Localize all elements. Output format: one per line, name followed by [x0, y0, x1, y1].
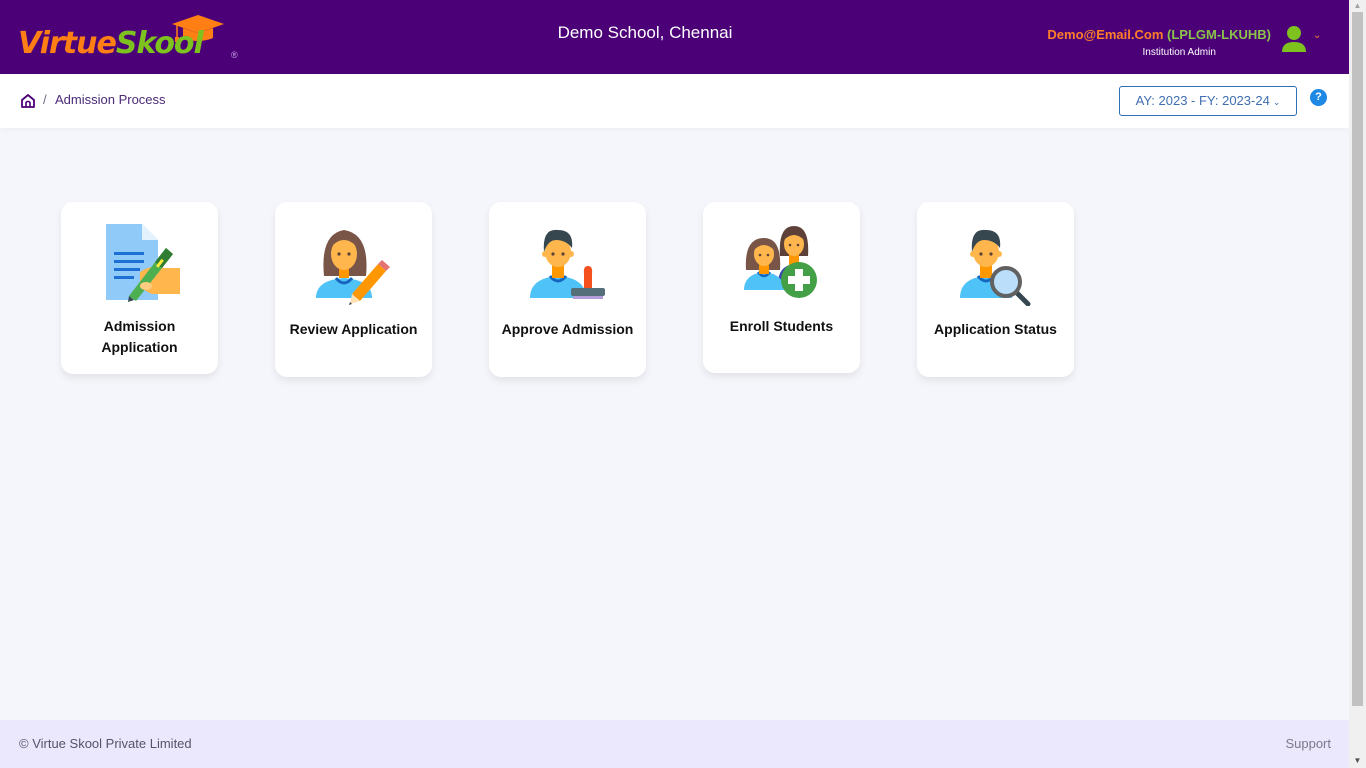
vertical-scrollbar[interactable]: ▲ ▼	[1349, 0, 1366, 768]
top-navbar: VirtueSkool ® Demo School, Chennai Demo@…	[0, 0, 1349, 74]
person-search-icon	[959, 229, 1030, 306]
card-application-status[interactable]: Application Status	[917, 202, 1074, 377]
user-menu-chevron-icon[interactable]: ⌄	[1313, 30, 1321, 41]
card-label: Approve Admission	[501, 321, 634, 337]
document-pen-icon	[105, 224, 180, 302]
breadcrumb-current: Admission Process	[55, 92, 166, 107]
academic-year-select[interactable]: AY: 2023 - FY: 2023-24 ⌄	[1119, 86, 1297, 116]
support-link[interactable]: Support	[1285, 736, 1331, 751]
chevron-down-icon: ⌄	[1272, 97, 1281, 107]
user-avatar-icon[interactable]	[1281, 25, 1307, 53]
group-add-icon	[743, 226, 817, 298]
person-pencil-icon	[315, 230, 390, 305]
home-icon[interactable]	[20, 93, 36, 109]
user-role: Institution Admin	[1142, 47, 1216, 58]
copyright-text: © Virtue Skool Private Limited	[19, 736, 192, 751]
user-code: (LPLGM-LKUHB)	[1167, 27, 1271, 42]
academic-year-value: AY: 2023 - FY: 2023-24	[1135, 93, 1270, 108]
card-review-application[interactable]: Review Application	[275, 202, 432, 377]
user-email: Demo@Email.Com	[1047, 27, 1164, 42]
app: VirtueSkool ® Demo School, Chennai Demo@…	[0, 0, 1349, 768]
footer: © Virtue Skool Private Limited Support	[0, 720, 1349, 768]
breadcrumb-bar: / Admission Process AY: 2023 - FY: 2023-…	[0, 74, 1349, 128]
scroll-down-arrow-icon[interactable]: ▼	[1349, 754, 1366, 768]
scrollbar-thumb[interactable]	[1352, 12, 1363, 706]
scroll-up-arrow-icon[interactable]: ▲	[1349, 0, 1366, 12]
card-label: Application Status	[934, 321, 1057, 337]
card-label: Review Application	[289, 321, 418, 337]
card-label: Enroll Students	[729, 318, 834, 334]
help-icon[interactable]: ?	[1310, 89, 1327, 106]
user-info[interactable]: Demo@Email.Com (LPLGM-LKUHB) Institution…	[1047, 27, 1271, 58]
card-enroll-students[interactable]: Enroll Students	[703, 202, 860, 373]
breadcrumb-separator: /	[43, 92, 47, 107]
card-label: Admission Application	[101, 318, 178, 355]
card-approve-admission[interactable]: Approve Admission	[489, 202, 646, 377]
person-stamp-icon	[529, 229, 605, 299]
registered-mark: ®	[231, 50, 238, 60]
card-admission-application[interactable]: Admission Application	[61, 202, 218, 374]
